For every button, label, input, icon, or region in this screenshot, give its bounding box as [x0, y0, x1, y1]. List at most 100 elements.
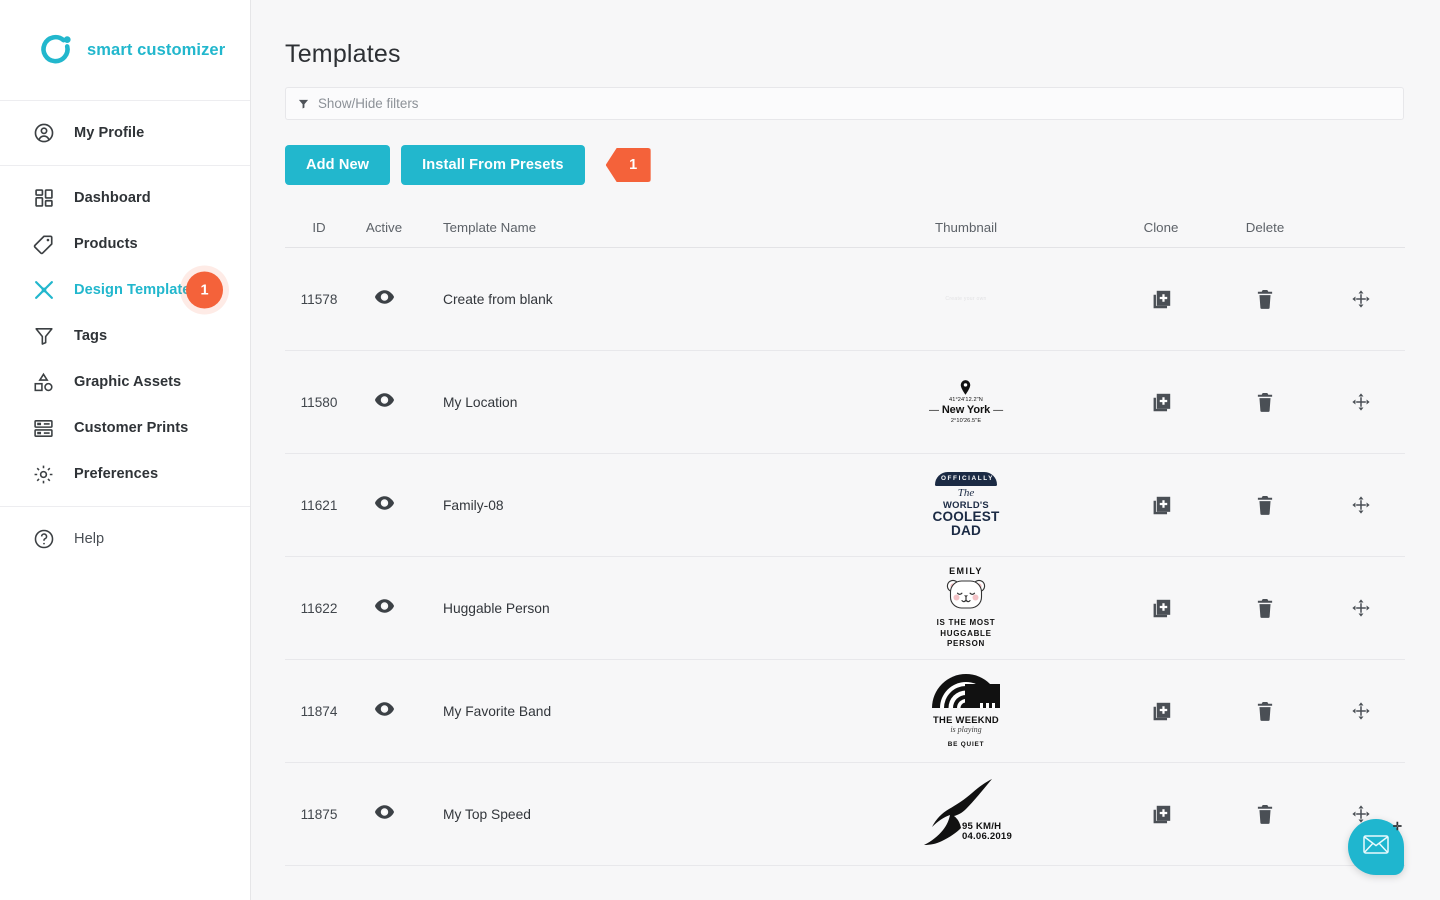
eye-icon[interactable]: [374, 495, 394, 510]
show-hide-filters-bar[interactable]: Show/Hide filters: [285, 87, 1404, 120]
column-header-active: Active: [365, 219, 403, 235]
thumbnail-huggable-person: EMILY IS THE MOST HUGGABLE PERSON: [921, 563, 1011, 653]
eye-icon[interactable]: [374, 598, 394, 613]
cell-thumbnail: 95 KM/H 04.06.2019: [823, 769, 1109, 859]
cell-clone: [1109, 599, 1213, 618]
column-header-clone: Clone: [1143, 219, 1179, 235]
trash-icon[interactable]: [1257, 392, 1273, 412]
cell-template-name: Huggable Person: [443, 600, 550, 616]
eye-icon[interactable]: [374, 289, 394, 304]
sidebar-item-label: Products: [74, 236, 138, 252]
thumbnail-blank-text: Create your own: [945, 296, 987, 302]
thumbnail-line-1: IS THE MOST HUGGABLE: [936, 617, 996, 638]
cell-id: 11622: [300, 600, 338, 616]
thumbnail-coolest-text: COOLEST: [932, 508, 1000, 524]
sidebar-item-preferences[interactable]: Preferences: [0, 451, 250, 497]
cell-active: [353, 598, 415, 618]
dashboard-grid-icon: [32, 187, 55, 210]
chat-support-button[interactable]: ✛: [1348, 819, 1404, 875]
copy-plus-icon[interactable]: [1152, 393, 1171, 412]
cell-delete: [1213, 392, 1317, 412]
sidebar-item-customer-prints[interactable]: Customer Prints: [0, 405, 250, 451]
cell-template-name: My Favorite Band: [443, 703, 552, 719]
copy-plus-icon[interactable]: [1152, 702, 1171, 721]
show-hide-filters-label: Show/Hide filters: [318, 96, 419, 111]
move-arrows-icon[interactable]: [1352, 393, 1370, 411]
trash-icon[interactable]: [1257, 598, 1273, 618]
sidebar-item-my-profile[interactable]: My Profile: [0, 110, 250, 156]
table-row[interactable]: 11874 My Favorite Band THE WEEKND is pla…: [285, 660, 1405, 763]
cell-thumbnail: EMILY IS THE MOST HUGGABLE PERSON: [823, 563, 1109, 653]
move-arrows-icon[interactable]: [1352, 290, 1370, 308]
trash-icon[interactable]: [1257, 701, 1273, 721]
thumbnail-longitude: 2°10'26.5"E: [950, 417, 982, 424]
table-row[interactable]: 11621 Family-08 OFFICIALLY The WORLD'S C…: [285, 454, 1405, 557]
eye-icon[interactable]: [374, 804, 394, 819]
copy-plus-icon[interactable]: [1152, 805, 1171, 824]
cell-thumbnail: THE WEEKND is playing BE QUIET: [823, 666, 1109, 756]
cell-template-name: My Location: [443, 394, 518, 410]
sidebar-item-dashboard[interactable]: Dashboard: [0, 175, 250, 221]
thumbnail-script-text: is playing: [950, 725, 982, 734]
copy-plus-icon[interactable]: [1152, 599, 1171, 618]
eye-icon[interactable]: [374, 701, 394, 716]
cell-template-name: Create from blank: [443, 291, 553, 307]
trash-icon[interactable]: [1257, 804, 1273, 824]
sidebar-item-tags[interactable]: Tags: [0, 313, 250, 359]
add-new-button[interactable]: Add New: [285, 145, 391, 185]
sidebar-item-graphic-assets[interactable]: Graphic Assets: [0, 359, 250, 405]
gear-icon: [32, 463, 55, 486]
move-arrows-icon[interactable]: [1352, 702, 1370, 720]
cell-move: [1317, 496, 1405, 514]
sidebar-badge-count: 1: [186, 271, 223, 309]
cell-thumbnail: OFFICIALLY The WORLD'S COOLEST DAD: [823, 460, 1109, 550]
cell-delete: [1213, 289, 1317, 309]
cell-clone: [1109, 290, 1213, 309]
sidebar-item-help[interactable]: Help: [0, 516, 250, 562]
funnel-icon: [32, 325, 55, 348]
cell-active: [353, 701, 415, 721]
table-row[interactable]: 11578 Create from blank Create your own: [285, 248, 1405, 351]
trash-icon[interactable]: [1257, 289, 1273, 309]
cell-id: 11578: [300, 291, 338, 307]
cell-id: 11875: [300, 806, 338, 822]
trash-icon[interactable]: [1257, 495, 1273, 515]
sidebar-group-main: Dashboard Products Design Templates 1 Ta…: [0, 166, 250, 507]
tag-icon: [32, 233, 55, 256]
eye-icon[interactable]: [374, 392, 394, 407]
copy-plus-icon[interactable]: [1152, 496, 1171, 515]
cell-clone: [1109, 496, 1213, 515]
table-row[interactable]: 11622 Huggable Person EMILY IS THE MOST …: [285, 557, 1405, 660]
brand-header[interactable]: smart customizer: [0, 0, 250, 101]
move-arrows-icon[interactable]: [1352, 599, 1370, 617]
cell-clone: [1109, 805, 1213, 824]
column-header-thumbnail: Thumbnail: [934, 219, 998, 235]
column-header-name: Template Name: [443, 219, 537, 235]
sidebar-item-label: Graphic Assets: [74, 374, 182, 390]
cell-active: [353, 289, 415, 309]
move-arrows-icon[interactable]: [1352, 496, 1370, 514]
thumbnail-family-08: OFFICIALLY The WORLD'S COOLEST DAD: [921, 460, 1011, 550]
templates-table: ID Active Template Name Thumbnail Clone …: [285, 207, 1405, 866]
sidebar-item-products[interactable]: Products: [0, 221, 250, 267]
scissors-icon: [32, 279, 55, 302]
cell-move: [1317, 599, 1405, 617]
cell-active: [353, 804, 415, 824]
table-row[interactable]: 11875 My Top Speed 95 KM/H 04.06.2019: [285, 763, 1405, 866]
cell-move: [1317, 702, 1405, 720]
sidebar-item-design-templates[interactable]: Design Templates 1: [0, 267, 250, 313]
column-header-delete: Delete: [1245, 219, 1285, 235]
brand-name: smart customizer: [87, 40, 226, 59]
copy-plus-icon[interactable]: [1152, 290, 1171, 309]
cell-id: 11621: [300, 497, 338, 513]
sidebar-group-help: Help: [0, 507, 250, 571]
circle-dot-logo-icon: [38, 32, 74, 68]
cell-move: [1317, 393, 1405, 411]
install-from-presets-button[interactable]: Install From Presets: [401, 145, 585, 185]
app-root: smart customizer My Profile Dashboard Pr…: [0, 0, 1440, 900]
page-title: Templates: [285, 40, 401, 68]
thumbnail-top-speed: 95 KM/H 04.06.2019: [921, 769, 1012, 859]
sidebar-item-label: Customer Prints: [74, 420, 189, 436]
table-row[interactable]: 11580 My Location 41°24'12.2"N — New Yor…: [285, 351, 1405, 454]
user-circle-icon: [32, 122, 55, 145]
